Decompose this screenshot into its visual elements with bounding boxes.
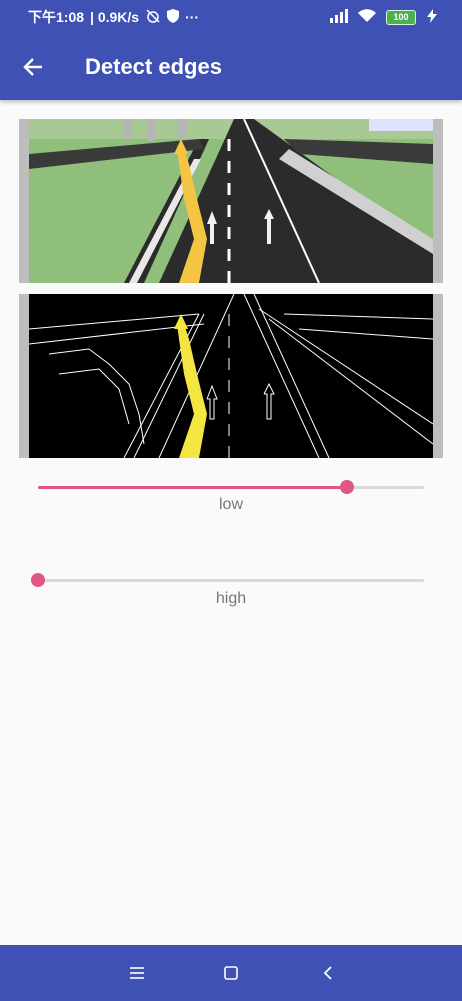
low-slider-label: low [218,496,243,513]
low-slider-thumb[interactable] [339,480,354,494]
navigation-bar [0,945,462,1001]
status-bar: 下午1:08 | 0.9K/s ··· 100 [0,0,462,34]
low-slider[interactable] [38,477,424,497]
high-slider-label: high [215,590,247,607]
menu-icon[interactable] [123,959,151,987]
app-bar: Detect edges [0,34,462,100]
charging-icon [426,8,438,26]
page-title: Detect edges [85,54,222,79]
battery-icon: 100 [386,9,416,25]
alarm-off-icon [145,8,161,27]
high-slider-track [38,579,424,582]
road-scene-image [29,119,433,283]
shield-icon [167,8,180,26]
status-time: 下午1:08 [28,9,85,25]
original-image [19,119,443,283]
wifi-icon [358,8,376,26]
edge-detection-image [29,294,433,458]
signal-icon [330,8,348,26]
back-arrow-icon[interactable] [14,48,52,86]
high-slider[interactable] [31,570,424,590]
more-dots: ··· [185,9,200,25]
low-slider-fill [38,486,347,489]
high-slider-thumb[interactable] [31,573,45,587]
back-icon[interactable] [314,959,342,987]
status-right: 100 [330,0,438,34]
edges-image [19,294,443,458]
status-left: 下午1:08 | 0.9K/s ··· [28,0,199,34]
home-icon[interactable] [217,959,245,987]
network-speed: | 0.9K/s [90,9,140,25]
